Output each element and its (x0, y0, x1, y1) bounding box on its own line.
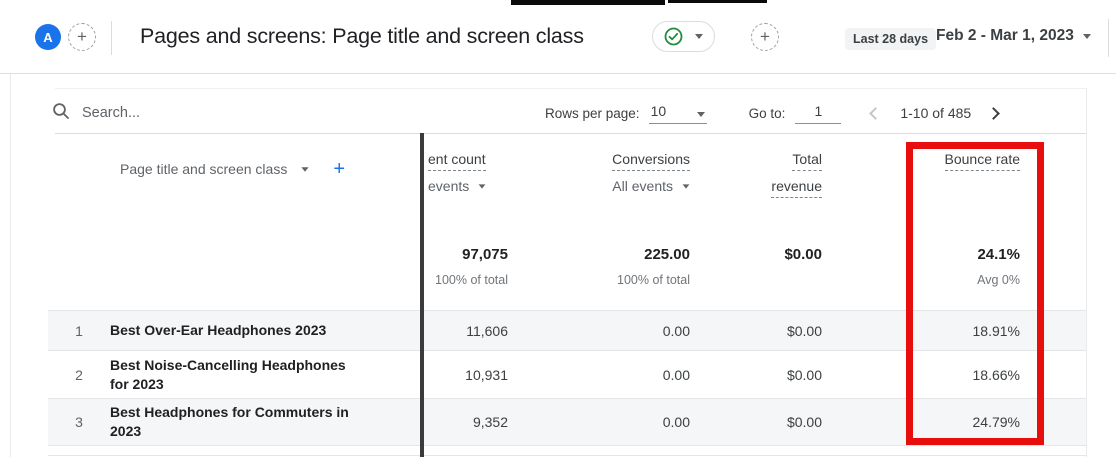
column-header-bounce-rate[interactable]: Bounce rate (822, 151, 1020, 171)
page-title-cell: Best Over-Ear Headphones 2023 (110, 322, 327, 338)
next-row-border (48, 455, 1086, 456)
event-count-header-label: ent count (428, 151, 486, 171)
total-revenue-cell: $0.00 (786, 414, 822, 430)
bounce-rate-cell: 18.66% (972, 366, 1020, 383)
pagination-range: 1-10 of 485 (900, 105, 972, 121)
column-header-event-count[interactable]: ent count events (428, 151, 486, 194)
column-header-page-title[interactable]: Page title and screen class + (120, 159, 345, 179)
page-title-cell: Best Noise-Cancelling Headphones for 202… (110, 356, 346, 392)
table-pagination-controls: Rows per page: 10 Go to: 1-10 of 485 (545, 99, 1001, 127)
event-count-cell: 9,352 (472, 414, 508, 430)
top-black-bar (668, 0, 767, 3)
previous-page-button[interactable] (869, 106, 883, 120)
report-status-control[interactable] (652, 21, 715, 52)
chevron-down-icon (695, 34, 703, 39)
table-row: 3 Best Headphones for Commuters in 2023 … (48, 398, 1086, 446)
total-revenue-cell: $0.00 (786, 366, 822, 383)
total-revenue-header-line2: revenue (771, 178, 822, 198)
header-divider (111, 21, 112, 55)
column-header-total-revenue[interactable]: Total revenue (690, 151, 822, 198)
totals-conversions-sub: 100% of total (617, 273, 690, 287)
event-count-cell: 10,931 (465, 366, 508, 383)
chevron-down-icon (478, 183, 486, 189)
rows-per-page-select[interactable]: 10 (648, 102, 707, 124)
totals-bounce-rate-value: 24.1% (977, 246, 1020, 263)
table-row: 2 Best Noise-Cancelling Headphones for 2… (48, 350, 1086, 398)
page-title-cell: Best Headphones for Commuters in 2023 (110, 404, 349, 439)
totals-conversions-value: 225.00 (644, 246, 690, 263)
event-count-subheader-label: events (428, 178, 470, 194)
totals-event-count-sub: 100% of total (435, 273, 508, 287)
conversions-subheader-label: All events (612, 178, 673, 194)
total-revenue-header-line1: Total (792, 151, 822, 171)
date-range-text: Feb 2 - Mar 1, 2023 (936, 27, 1074, 44)
date-range-selector[interactable]: Feb 2 - Mar 1, 2023 (936, 27, 1091, 45)
dimension-header-label: Page title and screen class (120, 161, 288, 177)
toolbar-divider (55, 133, 1086, 134)
ga4-pages-screens-report: A + Pages and screens: Page title and sc… (0, 0, 1116, 457)
totals-bounce-rate-sub: Avg 0% (977, 273, 1020, 287)
totals-event-count-value: 97,075 (462, 246, 508, 263)
bounce-rate-header-label: Bounce rate (944, 151, 1020, 171)
table-top-border (55, 88, 1086, 89)
top-black-bar (511, 0, 665, 5)
rows-per-page-value: 10 (650, 102, 667, 119)
conversions-cell: 0.00 (662, 414, 690, 430)
totals-bounce-rate: 24.1% Avg 0% (822, 246, 1020, 287)
header-divider (1108, 19, 1109, 57)
chevron-down-icon (301, 166, 309, 172)
card-top-border (0, 73, 1116, 74)
date-range-preset-badge[interactable]: Last 28 days (845, 28, 937, 50)
total-revenue-cell: $0.00 (786, 322, 822, 339)
table-right-border (1086, 88, 1087, 457)
column-resize-handle[interactable] (420, 133, 424, 457)
bounce-rate-cell: 24.79% (972, 414, 1020, 430)
plus-icon: + (77, 27, 87, 46)
totals-event-count: 97,075 100% of total (400, 246, 508, 287)
conversions-header-label: Conversions (612, 151, 690, 171)
bounce-rate-cell: 18.91% (972, 322, 1020, 339)
add-report-button[interactable]: + (751, 23, 779, 51)
goto-label: Go to: (748, 105, 786, 121)
plus-icon: + (760, 27, 770, 46)
panel-left-border (10, 74, 11, 457)
table-row: 1 Best Over-Ear Headphones 2023 11,606 0… (48, 310, 1086, 350)
column-header-conversions[interactable]: Conversions All events (508, 151, 690, 194)
conversions-cell: 0.00 (662, 366, 690, 383)
page-title: Pages and screens: Page title and screen… (140, 24, 584, 48)
row-number: 1 (75, 322, 83, 339)
add-column-icon[interactable]: + (333, 159, 345, 179)
totals-total-revenue: $0.00 (690, 246, 822, 263)
avatar-letter: A (43, 29, 53, 45)
add-comparison-button[interactable]: + (68, 23, 96, 51)
row-number: 2 (75, 366, 83, 383)
row-number: 3 (75, 414, 83, 430)
totals-total-revenue-value: $0.00 (784, 246, 822, 263)
rows-per-page-label: Rows per page: (545, 105, 640, 121)
check-circle-icon (664, 27, 683, 46)
search-input[interactable] (82, 101, 382, 125)
conversions-cell: 0.00 (662, 322, 690, 339)
event-count-cell: 11,606 (466, 322, 508, 339)
chevron-down-icon (1082, 33, 1091, 39)
goto-page-input[interactable] (795, 102, 842, 124)
table-body: 1 Best Over-Ear Headphones 2023 11,606 0… (48, 310, 1086, 446)
avatar[interactable]: A (35, 24, 61, 50)
next-page-button[interactable] (987, 106, 1001, 120)
chevron-down-icon (682, 183, 690, 189)
totals-conversions: 225.00 100% of total (508, 246, 690, 287)
chevron-down-icon (696, 111, 705, 117)
search-icon (53, 103, 69, 119)
